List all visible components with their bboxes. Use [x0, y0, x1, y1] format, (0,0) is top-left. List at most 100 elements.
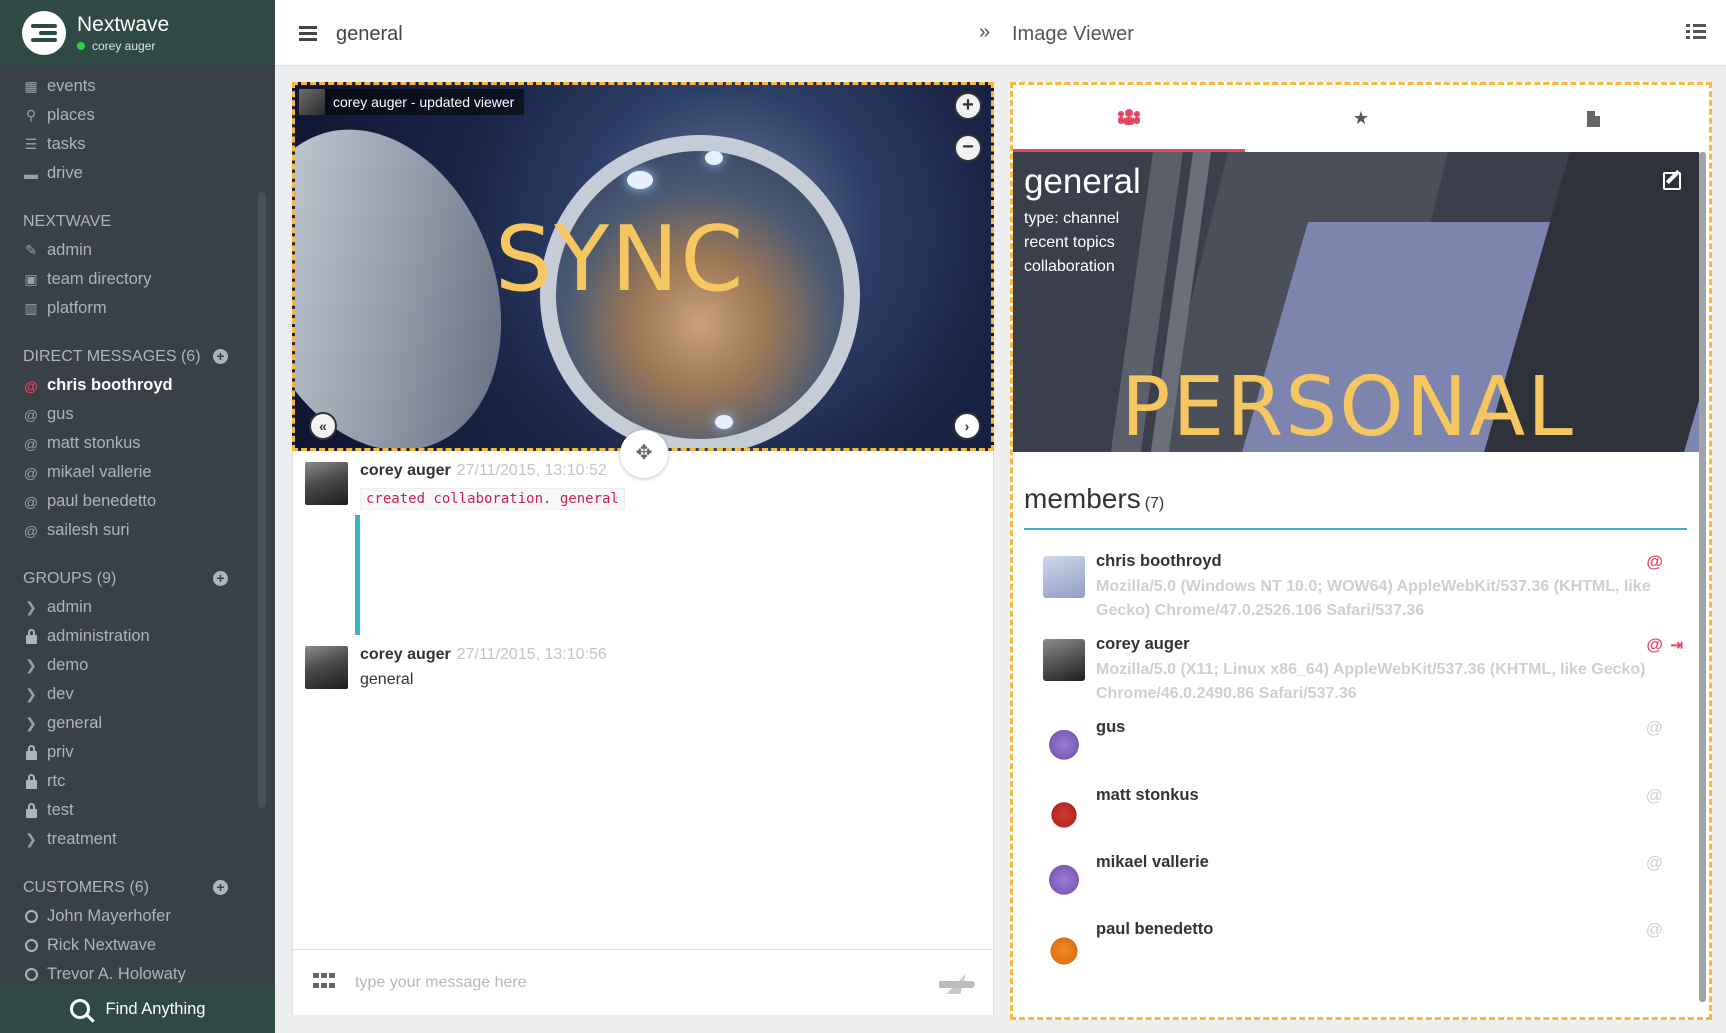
lock-icon — [25, 628, 37, 644]
tab-files[interactable] — [1477, 85, 1709, 152]
member-item[interactable]: chris boothroyd Mozilla/5.0 (Windows NT … — [1043, 552, 1683, 632]
avatar — [1043, 728, 1085, 770]
message-code: created collaboration. general — [360, 488, 625, 510]
mention-button[interactable]: @ — [1646, 786, 1663, 806]
apps-grid-icon[interactable] — [313, 973, 335, 991]
wrench-icon: ✎ — [25, 242, 37, 258]
send-plane-icon[interactable] — [939, 974, 977, 994]
chevron-right-icon: ❯ — [25, 599, 37, 615]
sidebar-item-tasks[interactable]: ☰ tasks — [0, 130, 258, 159]
group-item[interactable]: ❯ dev — [0, 680, 258, 709]
group-item[interactable]: administration — [0, 622, 258, 651]
message-input[interactable] — [355, 968, 915, 998]
folder-icon: ▬ — [24, 165, 38, 182]
customer-item[interactable]: John Mayerhofer — [0, 902, 258, 931]
find-anything-button[interactable]: Find Anything — [0, 985, 275, 1033]
nextwave-logo[interactable] — [22, 11, 66, 55]
sidebar-item-admin[interactable]: ✎ admin — [0, 236, 258, 265]
recent-topics-link[interactable]: recent topics — [1024, 234, 1115, 252]
message-author[interactable]: corey auger — [360, 646, 451, 663]
customer-item[interactable]: Rick Nextwave — [0, 931, 258, 960]
double-chevron-right-icon[interactable]: » — [979, 21, 990, 44]
member-user-agent: Mozilla/5.0 (Windows NT 10.0; WOW64) App… — [1096, 578, 1651, 619]
chevron-right-icon: ❯ — [25, 686, 37, 702]
sidebar-item-team-directory[interactable]: ▣ team directory — [0, 265, 258, 294]
zoom-in-button[interactable]: + — [954, 92, 982, 120]
collaboration-link[interactable]: collaboration — [1024, 258, 1115, 276]
avatar — [1043, 863, 1085, 905]
star-icon: ★ — [1352, 108, 1370, 128]
details-scrollbar[interactable] — [1699, 152, 1706, 1002]
message-author[interactable]: corey auger — [360, 462, 451, 479]
mention-button[interactable]: @ — [1646, 920, 1663, 940]
mention-button[interactable]: @ — [1646, 635, 1663, 655]
avatar — [305, 646, 348, 689]
mention-button[interactable]: @ — [1646, 552, 1663, 572]
sidebar-header: Nextwave corey auger — [0, 0, 275, 66]
avatar — [299, 89, 325, 115]
group-item[interactable]: ❯ general — [0, 709, 258, 738]
sidebar-item-drive[interactable]: ▬ drive — [0, 159, 258, 188]
dm-item[interactable]: @ chris boothroyd — [0, 371, 258, 400]
move-icon[interactable]: ✥ — [620, 430, 668, 478]
image-viewer[interactable]: SYNC corey auger - updated viewer + − « … — [292, 82, 994, 451]
circle-icon — [24, 939, 38, 952]
bar-chart-icon: ▥ — [24, 300, 38, 316]
dm-item[interactable]: @ matt stonkus — [0, 429, 258, 458]
group-item[interactable]: ❯ admin — [0, 593, 258, 622]
add-group-button[interactable]: + — [213, 571, 228, 586]
group-item[interactable]: rtc — [0, 767, 258, 796]
member-name: chris boothroyd — [1096, 552, 1222, 570]
mention-button[interactable]: @ — [1646, 718, 1663, 738]
tab-favorites[interactable]: ★ — [1245, 85, 1477, 152]
sign-in-icon[interactable]: ⇥ — [1670, 636, 1683, 654]
current-user[interactable]: corey auger — [77, 39, 169, 53]
details-tabs: ★ — [1013, 85, 1709, 152]
message-text: general — [360, 671, 414, 688]
member-item[interactable]: matt stonkus @ — [1043, 786, 1683, 846]
member-item[interactable]: corey auger Mozilla/5.0 (X11; Linux x86_… — [1043, 635, 1683, 715]
viewer-caption: corey auger - updated viewer — [299, 89, 525, 115]
sidebar-item-platform[interactable]: ▥ platform — [0, 294, 258, 323]
member-name: corey auger — [1096, 635, 1190, 653]
member-name: matt stonkus — [1096, 786, 1199, 804]
at-icon: @ — [23, 464, 39, 481]
group-item[interactable]: priv — [0, 738, 258, 767]
previous-image-button[interactable]: « — [309, 412, 337, 440]
avatar — [1043, 639, 1085, 681]
tab-members[interactable] — [1013, 85, 1245, 152]
next-image-button[interactable]: › — [953, 412, 981, 440]
member-item[interactable]: gus @ — [1043, 718, 1683, 778]
banner-overlay-text: PERSONAL — [1121, 360, 1575, 452]
sidebar-scrollbar[interactable] — [258, 192, 266, 808]
mention-button[interactable]: @ — [1646, 853, 1663, 873]
dm-item[interactable]: @ gus — [0, 400, 258, 429]
at-icon: @ — [23, 435, 39, 452]
add-customer-button[interactable]: + — [213, 880, 228, 895]
group-item[interactable]: test — [0, 796, 258, 825]
tasks-icon: ☰ — [24, 136, 38, 152]
dm-item[interactable]: @ mikael vallerie — [0, 458, 258, 487]
member-name: paul benedetto — [1096, 920, 1214, 938]
member-item[interactable]: mikael vallerie @ — [1043, 853, 1683, 913]
avatar — [1043, 930, 1085, 972]
member-item[interactable]: paul benedetto @ — [1043, 920, 1683, 980]
channel-name: general — [1024, 162, 1141, 201]
menu-icon[interactable] — [299, 26, 317, 41]
sidebar-item-places[interactable]: ⚲ places — [0, 101, 258, 130]
section-groups: GROUPS (9) + — [0, 564, 258, 593]
sidebar-item-events[interactable]: ▦ events — [0, 72, 258, 101]
panel-title: Image Viewer — [1012, 23, 1134, 45]
chevron-right-icon: ❯ — [25, 657, 37, 673]
group-item[interactable]: ❯ treatment — [0, 825, 258, 854]
group-item[interactable]: ❯ demo — [0, 651, 258, 680]
dm-item[interactable]: @ sailesh suri — [0, 516, 258, 545]
dm-item[interactable]: @ paul benedetto — [0, 487, 258, 516]
search-icon — [69, 999, 90, 1019]
message-thread-bar — [355, 515, 360, 635]
edit-icon[interactable] — [1663, 172, 1681, 190]
add-direct-message-button[interactable]: + — [213, 349, 228, 364]
zoom-out-button[interactable]: − — [954, 134, 982, 162]
at-icon: @ — [23, 522, 39, 539]
list-icon[interactable] — [1686, 24, 1706, 40]
